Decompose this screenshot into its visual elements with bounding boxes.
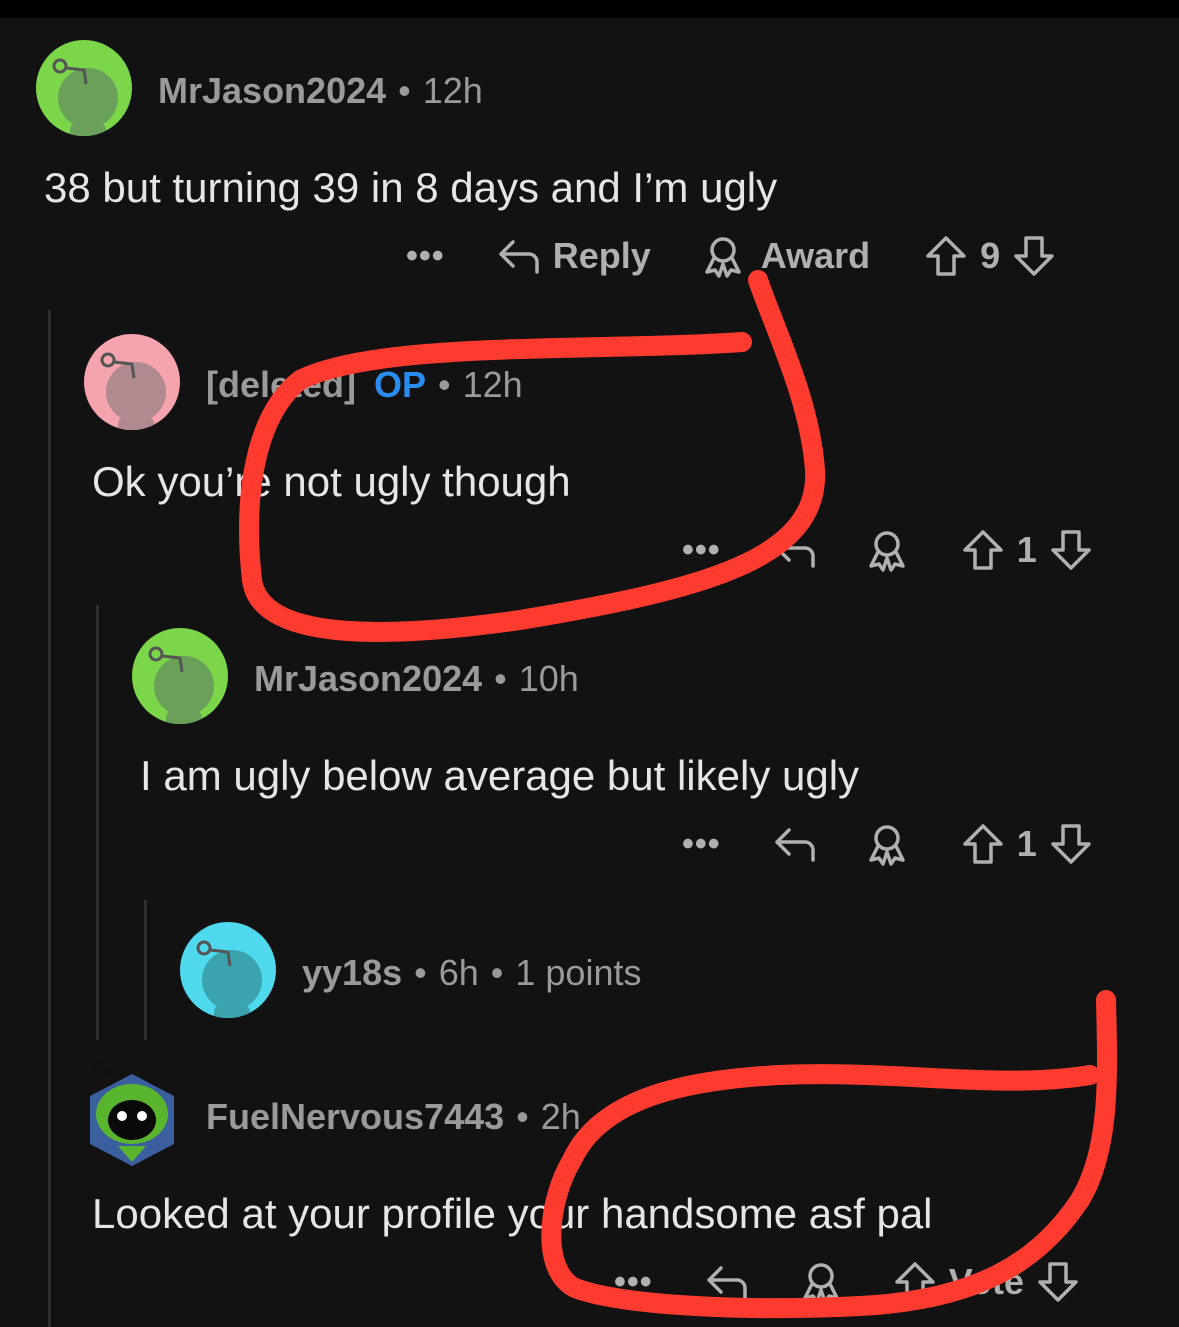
comment-actions: ••• Vote <box>614 1258 1082 1306</box>
award-icon <box>699 232 747 280</box>
reply-label: Reply <box>552 235 651 276</box>
more-button[interactable]: ••• <box>682 531 721 570</box>
downvote-button[interactable] <box>1047 820 1095 868</box>
separator: • <box>398 70 411 111</box>
comment-text: 38 but turning 39 in 8 days and I’m ugly <box>44 164 778 211</box>
avatar[interactable] <box>180 922 276 1018</box>
timestamp: 12h <box>422 70 483 111</box>
points: 1 points <box>515 952 642 993</box>
reply-button[interactable] <box>771 820 819 868</box>
comment-actions: ••• 1 <box>682 526 1095 574</box>
username[interactable]: MrJason2024 <box>254 658 482 699</box>
timestamp: 2h <box>540 1096 581 1137</box>
downvote-icon <box>1034 1258 1082 1306</box>
comment-meta: yy18s • 6h • 1 points <box>302 952 641 994</box>
snoo-icon <box>196 940 262 1018</box>
upvote-icon <box>959 526 1007 574</box>
comment-meta: MrJason2024 • 12h <box>158 70 483 112</box>
snoo-icon <box>52 58 118 136</box>
award-button[interactable] <box>797 1258 845 1306</box>
comment-meta: [deleted] OP • 12h <box>206 364 523 406</box>
award-label: Award <box>760 235 871 276</box>
avatar[interactable] <box>36 40 132 136</box>
thread-line[interactable] <box>96 605 99 1040</box>
reply-button[interactable] <box>703 1258 751 1306</box>
vote-count: 9 <box>980 235 1001 276</box>
reply-icon <box>771 526 819 574</box>
award-icon <box>797 1258 845 1306</box>
annotation-circle <box>239 270 826 642</box>
upvote-icon <box>922 232 970 280</box>
timestamp: 12h <box>462 364 523 405</box>
upvote-icon <box>891 1258 939 1306</box>
timestamp: 10h <box>518 658 579 699</box>
thread-line[interactable] <box>48 310 51 1327</box>
reply-button[interactable]: Reply <box>495 232 651 280</box>
separator: • <box>490 952 504 993</box>
comment-text: Ok you’re not ugly though <box>92 458 571 505</box>
comment-meta: MrJason2024 • 10h <box>254 658 579 700</box>
award-button[interactable]: Award <box>699 232 870 280</box>
username[interactable]: yy18s <box>302 952 402 993</box>
avatar[interactable] <box>84 334 180 430</box>
op-badge: OP <box>374 364 427 405</box>
upvote-button[interactable] <box>891 1258 939 1306</box>
separator: • <box>438 364 451 405</box>
more-button[interactable]: ••• <box>614 1263 653 1302</box>
award-icon <box>863 526 911 574</box>
username[interactable]: [deleted] <box>206 364 356 405</box>
comment-actions: ••• 1 <box>682 820 1095 868</box>
frog-avatar-icon <box>90 1060 174 1166</box>
timestamp: 6h <box>438 952 479 993</box>
more-button[interactable]: ••• <box>406 237 445 276</box>
downvote-button[interactable] <box>1010 232 1058 280</box>
snoo-icon <box>148 646 214 724</box>
vote-count: 1 <box>1016 823 1037 864</box>
avatar[interactable] <box>132 628 228 724</box>
snoo-icon <box>100 352 166 430</box>
reply-icon <box>703 1258 751 1306</box>
award-button[interactable] <box>863 820 911 868</box>
reply-button[interactable] <box>771 526 819 574</box>
separator: • <box>516 1096 529 1137</box>
reply-icon <box>495 232 543 280</box>
upvote-button[interactable] <box>959 526 1007 574</box>
reply-icon <box>771 820 819 868</box>
upvote-icon <box>959 820 1007 868</box>
top-bar <box>0 0 1179 18</box>
upvote-button[interactable] <box>922 232 970 280</box>
comment-text: I am ugly below average but likely ugly <box>140 752 860 799</box>
downvote-icon <box>1010 232 1058 280</box>
thread-line[interactable] <box>144 900 147 1040</box>
downvote-button[interactable] <box>1047 526 1095 574</box>
comment-meta: FuelNervous7443 • 2h <box>206 1096 581 1138</box>
vote-label: Vote <box>948 1261 1025 1302</box>
award-icon <box>863 820 911 868</box>
separator: • <box>414 952 427 993</box>
upvote-button[interactable] <box>959 820 1007 868</box>
comment-actions: ••• Reply Award 9 <box>406 232 1058 280</box>
award-button[interactable] <box>863 526 911 574</box>
downvote-button[interactable] <box>1034 1258 1082 1306</box>
vote-count: 1 <box>1016 529 1037 570</box>
separator: • <box>494 658 507 699</box>
more-button[interactable]: ••• <box>682 825 721 864</box>
username[interactable]: MrJason2024 <box>158 70 386 111</box>
username[interactable]: FuelNervous7443 <box>206 1096 504 1137</box>
downvote-icon <box>1047 526 1095 574</box>
downvote-icon <box>1047 820 1095 868</box>
avatar[interactable] <box>84 1052 180 1168</box>
comment-text: Looked at your profile your handsome asf… <box>92 1190 933 1237</box>
